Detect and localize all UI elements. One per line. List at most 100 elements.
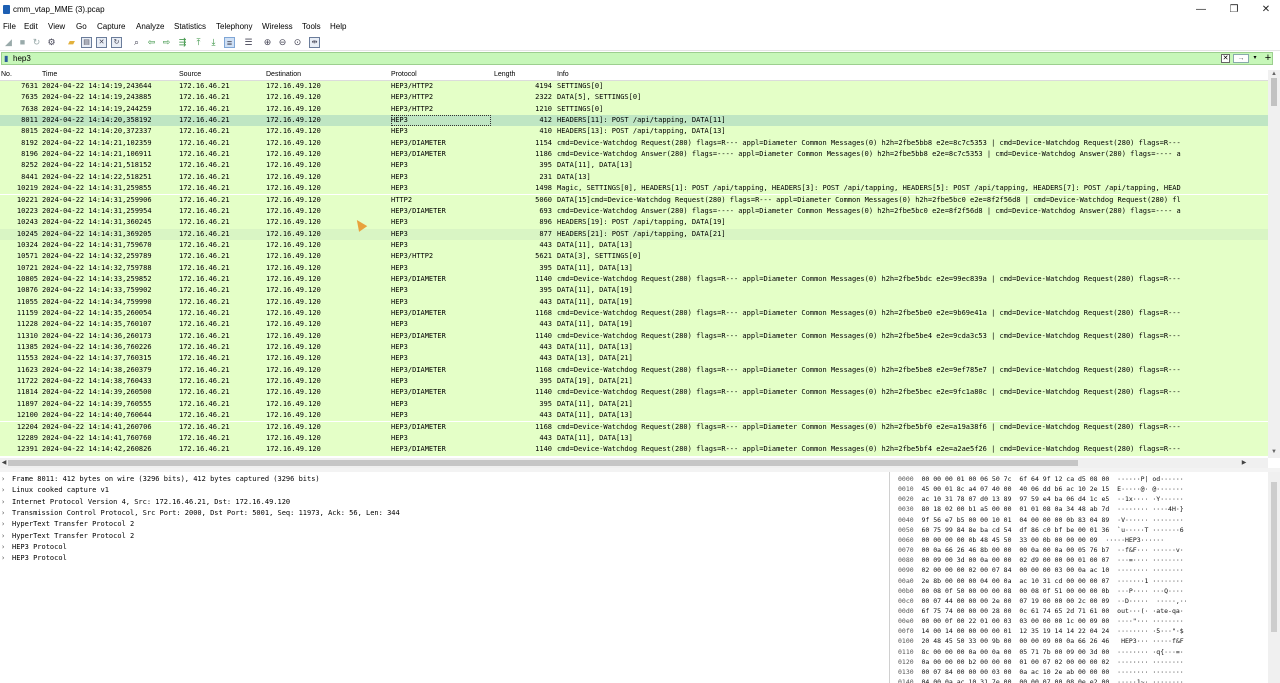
save-icon[interactable]: ▤ — [81, 37, 92, 48]
hex-dump-line[interactable]: 0010 45 00 01 8c a4 07 40 00 40 06 dd b6… — [898, 484, 1184, 494]
restart-icon[interactable]: ↻ — [31, 37, 42, 48]
packet-row-selected[interactable]: 8011 2024-04-22 14:14:20,358192 172.16.46.… — [0, 115, 1268, 127]
minimize-button[interactable]: — — [1185, 2, 1217, 18]
hex-dump-line[interactable]: 0000 00 00 00 01 00 06 50 7c 6f 64 9f 12… — [898, 474, 1184, 484]
packet-row[interactable]: 10571 2024-04-22 14:14:32,259789 172.16.46… — [0, 251, 1268, 263]
menu-statistics[interactable]: Statistics — [174, 22, 206, 31]
packet-row[interactable]: 10324 2024-04-22 14:14:31,759670 172.16.46… — [0, 239, 1268, 252]
expand-arrow-icon[interactable]: › — [1, 519, 12, 530]
packet-row[interactable]: 11159 2024-04-22 14:14:35,260054 172.16.46… — [0, 308, 1268, 320]
menu-telephony[interactable]: Telephony — [216, 22, 252, 31]
menu-tools[interactable]: Tools — [302, 22, 321, 31]
first-packet-icon[interactable]: ⤒ — [193, 37, 204, 48]
hex-dump-line[interactable]: 0120 0a 00 00 00 b2 00 00 00 01 00 07 02… — [898, 657, 1184, 667]
column-header-protocol[interactable]: Protocol — [391, 71, 417, 78]
add-filter-button-icon[interactable]: + — [1263, 51, 1273, 65]
packet-row[interactable]: 11310 2024-04-22 14:14:36,260173 172.16.46… — [0, 330, 1268, 343]
expand-arrow-icon[interactable]: › — [1, 531, 12, 542]
scroll-thumb[interactable] — [8, 460, 1078, 466]
menu-file[interactable]: File — [3, 22, 16, 31]
packet-row[interactable]: 12391 2024-04-22 14:14:42,260826 172.16.46… — [0, 444, 1268, 456]
hex-dump-line[interactable]: 0060 00 00 00 00 0b 48 45 50 33 00 0b 00… — [898, 535, 1164, 545]
scroll-thumb[interactable] — [1271, 482, 1277, 632]
menu-edit[interactable]: Edit — [24, 22, 38, 31]
scroll-up-icon[interactable]: ▲ — [1270, 70, 1278, 78]
reload-icon[interactable]: ↻ — [111, 37, 122, 48]
packet-row[interactable]: 12289 2024-04-22 14:14:41,760760 172.16.46… — [0, 432, 1268, 445]
expand-arrow-icon[interactable]: › — [1, 542, 12, 553]
stop-icon[interactable]: ■ — [17, 37, 28, 48]
detail-tree-item[interactable]: › Transmission Control Protocol, Src Port… — [1, 508, 400, 519]
zoom-in-icon[interactable]: ⊕ — [262, 37, 273, 48]
maximize-button[interactable]: ❐ — [1218, 2, 1250, 18]
packet-bytes-scrollbar[interactable] — [1268, 472, 1280, 683]
packet-row[interactable]: 11385 2024-04-22 14:14:36,760226 172.16.46… — [0, 342, 1268, 354]
packet-row[interactable]: 8252 2024-04-22 14:14:21,518152 172.16.46.… — [0, 160, 1268, 172]
close-file-icon[interactable]: ✕ — [96, 37, 107, 48]
column-header-destination[interactable]: Destination — [266, 71, 301, 78]
menu-view[interactable]: View — [48, 22, 65, 31]
expand-arrow-icon[interactable]: › — [1, 508, 12, 519]
packet-row[interactable]: 10721 2024-04-22 14:14:32,759788 172.16.46… — [0, 262, 1268, 274]
scroll-down-icon[interactable]: ▼ — [1270, 448, 1278, 456]
detail-tree-item[interactable]: › HyperText Transfer Protocol 2 — [1, 531, 134, 542]
packet-list-vertical-scrollbar[interactable]: ▲ ▼ — [1268, 70, 1280, 458]
detail-tree-item[interactable]: › Internet Protocol Version 4, Src: 172.1… — [1, 497, 290, 508]
packet-row[interactable]: 10223 2024-04-22 14:14:31,259954 172.16.46… — [0, 205, 1268, 218]
hex-dump-line[interactable]: 0140 04 00 0a ac 10 31 7e 00 00 00 07 00… — [898, 677, 1184, 683]
packet-row[interactable]: 11897 2024-04-22 14:14:39,760555 172.16.46… — [0, 398, 1268, 411]
packet-row[interactable]: 10805 2024-04-22 14:14:33,259852 172.16.46… — [0, 273, 1268, 286]
menu-analyze[interactable]: Analyze — [136, 22, 164, 31]
menu-wireless[interactable]: Wireless — [262, 22, 293, 31]
last-packet-icon[interactable]: ⤓ — [208, 37, 219, 48]
column-header-length[interactable]: Length — [494, 71, 515, 78]
packet-list-horizontal-scrollbar[interactable]: ◀ ▶ — [0, 458, 1268, 468]
column-header-no[interactable]: No. — [1, 71, 12, 78]
packet-row[interactable]: 8015 2024-04-22 14:14:20,372337 172.16.46.… — [0, 126, 1268, 138]
detail-tree-item[interactable]: › HEP3 Protocol — [1, 542, 67, 553]
scroll-thumb[interactable] — [1271, 78, 1277, 106]
packet-list[interactable]: 7631 2024-04-22 14:14:19,243644 172.16.46.… — [0, 81, 1268, 457]
autoscroll-icon[interactable]: ≡ — [224, 37, 235, 48]
hex-dump-line[interactable]: 00c0 00 07 44 00 00 00 2e 00 07 19 00 00… — [898, 596, 1188, 606]
detail-tree-item[interactable]: › HEP3 Protocol — [1, 553, 67, 564]
hex-dump-line[interactable]: 0100 20 48 45 50 33 00 9b 00 00 00 09 00… — [898, 636, 1184, 646]
packet-row[interactable]: 10243 2024-04-22 14:14:31,360245 172.16.46… — [0, 217, 1268, 229]
zoom-out-icon[interactable]: ⊖ — [277, 37, 288, 48]
packet-row[interactable]: 8192 2024-04-22 14:14:21,102359 172.16.46.… — [0, 137, 1268, 150]
hex-dump-line[interactable]: 00e0 00 00 0f 00 22 01 00 03 03 00 00 00… — [898, 616, 1184, 626]
hex-dump-line[interactable]: 0020 ac 10 31 78 07 d0 13 89 97 59 e4 ba… — [898, 494, 1184, 504]
open-icon[interactable]: ▰ — [66, 37, 77, 48]
menu-capture[interactable]: Capture — [97, 22, 125, 31]
packet-row[interactable]: 10876 2024-04-22 14:14:33,759902 172.16.46… — [0, 285, 1268, 297]
expand-arrow-icon[interactable]: › — [1, 553, 12, 564]
packet-bytes-pane[interactable]: 0000 00 00 00 01 00 06 50 7c 6f 64 9f 12… — [893, 472, 1268, 683]
detail-tree-item[interactable]: › HyperText Transfer Protocol 2 — [1, 519, 134, 530]
detail-tree-item[interactable]: › Linux cooked capture v1 — [1, 485, 109, 496]
packet-row[interactable]: 8196 2024-04-22 14:14:21,106911 172.16.46.… — [0, 149, 1268, 161]
bookmark-icon[interactable]: ▮ — [4, 54, 10, 63]
back-icon[interactable]: ⇦ — [146, 37, 157, 48]
column-header-info[interactable]: Info — [557, 71, 569, 78]
packet-row[interactable]: 10245 2024-04-22 14:14:31,369205 172.16.46… — [0, 228, 1268, 240]
packet-row[interactable]: 10219 2024-04-22 14:14:31,259855 172.16.46… — [0, 183, 1268, 195]
colorize-icon[interactable]: ☰ — [243, 37, 254, 48]
packet-row[interactable]: 7631 2024-04-22 14:14:19,243644 172.16.46.… — [0, 81, 1268, 93]
display-filter-bar[interactable]: ▮ hep3 ✕ → ▾ — [1, 52, 1273, 65]
hex-dump-line[interactable]: 00f0 14 00 14 00 00 00 00 01 12 35 19 14… — [898, 626, 1184, 636]
hex-dump-line[interactable]: 0050 60 75 99 84 8e ba cd 54 df 86 c0 bf… — [898, 525, 1184, 535]
apply-filter-icon[interactable]: → — [1233, 54, 1249, 63]
packet-row[interactable]: 11228 2024-04-22 14:14:35,760107 172.16.46… — [0, 319, 1268, 331]
hex-dump-line[interactable]: 00b0 00 08 0f 50 00 00 00 08 00 08 0f 51… — [898, 586, 1184, 596]
hex-dump-line[interactable]: 0110 8c 00 00 00 0a 00 0a 00 05 71 7b 00… — [898, 647, 1184, 657]
scroll-left-icon[interactable]: ◀ — [0, 459, 8, 467]
scroll-right-icon[interactable]: ▶ — [1240, 459, 1248, 467]
detail-tree-item[interactable]: › Frame 8011: 412 bytes on wire (3296 bit… — [1, 474, 320, 485]
expand-arrow-icon[interactable]: › — [1, 485, 12, 496]
column-header-time[interactable]: Time — [42, 71, 57, 78]
packet-row[interactable]: 7635 2024-04-22 14:14:19,243885 172.16.46.… — [0, 92, 1268, 104]
packet-row[interactable]: 12100 2024-04-22 14:14:40,760644 172.16.46… — [0, 410, 1268, 422]
menu-help[interactable]: Help — [330, 22, 346, 31]
close-button[interactable]: ✕ — [1250, 2, 1280, 18]
resize-columns-icon[interactable]: ⇹ — [309, 37, 320, 48]
